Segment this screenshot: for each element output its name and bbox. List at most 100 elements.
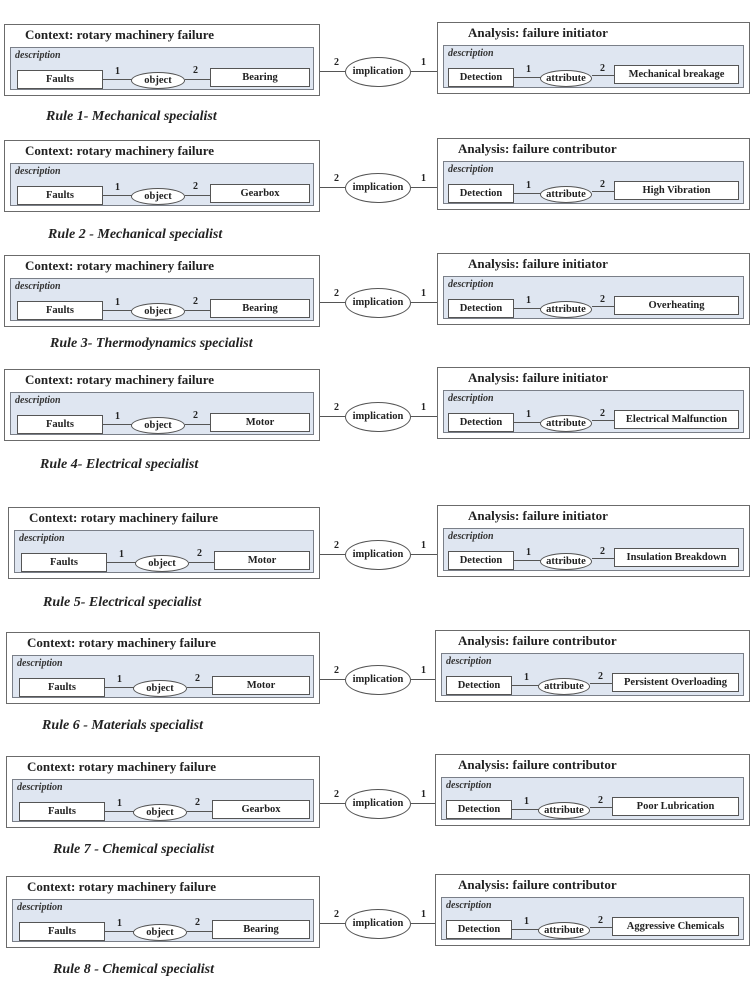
connector-line	[320, 302, 345, 303]
connector-line	[185, 195, 211, 196]
role-number: 2	[334, 402, 339, 413]
connector-line	[320, 71, 345, 72]
analysis-box: Analysis: failure contributor descriptio…	[435, 754, 750, 826]
analysis-title: Analysis: failure contributor	[458, 141, 617, 156]
attribute-relation: attribute	[538, 678, 590, 695]
connector-line	[590, 807, 614, 808]
context-description-panel: description Faults 1 object 2 Motor	[12, 655, 314, 698]
role-number: 1	[117, 798, 122, 809]
connector-line	[185, 79, 211, 80]
context-title: Context: rotary machinery failure	[27, 879, 217, 894]
implication-relation: implication	[345, 173, 411, 203]
context-box: Context: rotary machinery failure descri…	[6, 876, 320, 948]
context-box: Context: rotary machinery failure descri…	[4, 255, 320, 327]
context-description-panel: description Faults 1 object 2 Gearbox	[10, 163, 314, 206]
faults-node: Faults	[19, 922, 105, 941]
analysis-title: Analysis: failure initiator	[468, 370, 608, 385]
finding-node: Aggressive Chemicals	[612, 917, 739, 936]
role-number: 1	[117, 918, 122, 929]
context-description-panel: description Faults 1 object 2 Motor	[10, 392, 314, 435]
analysis-box: Analysis: failure initiator description …	[437, 22, 750, 94]
analysis-title: Analysis: failure initiator	[468, 508, 608, 523]
context-description-panel: description Faults 1 object 2 Bearing	[10, 278, 314, 321]
connector-line	[411, 302, 437, 303]
role-number: 2	[195, 797, 200, 808]
connector-line	[590, 927, 614, 928]
role-number: 2	[600, 63, 605, 74]
role-number: 1	[524, 916, 529, 927]
context-title: Context: rotary machinery failure	[29, 510, 219, 525]
role-number: 2	[193, 65, 198, 76]
finding-node: Persistent Overloading	[612, 673, 739, 692]
connector-line	[187, 687, 213, 688]
connector-line	[185, 424, 211, 425]
rule-block-3: Context: rotary machinery failure descri…	[0, 253, 750, 375]
connector-line	[320, 554, 345, 555]
rule-caption: Rule 6 - Materials specialist	[42, 718, 203, 733]
description-label: description	[17, 658, 63, 669]
description-label: description	[15, 50, 61, 61]
connector-line	[320, 416, 345, 417]
implication-relation: implication	[345, 789, 411, 819]
role-number: 2	[197, 548, 202, 559]
detection-node: Detection	[448, 184, 514, 203]
analysis-description-panel: description Detection 1 attribute 2 Elec…	[443, 390, 744, 433]
role-number: 1	[421, 789, 426, 800]
analysis-box: Analysis: failure contributor descriptio…	[435, 874, 750, 946]
faults-node: Faults	[17, 70, 103, 89]
context-box: Context: rotary machinery failure descri…	[4, 24, 320, 96]
rule-caption: Rule 5- Electrical specialist	[43, 595, 202, 610]
attribute-relation: attribute	[540, 70, 592, 87]
analysis-box: Analysis: failure initiator description …	[437, 505, 750, 577]
rule-caption: Rule 2 - Mechanical specialist	[48, 227, 223, 242]
role-number: 1	[421, 173, 426, 184]
context-title: Context: rotary machinery failure	[25, 27, 215, 42]
description-label: description	[446, 900, 492, 911]
context-title: Context: rotary machinery failure	[27, 759, 217, 774]
context-description-panel: description Faults 1 object 2 Bearing	[10, 47, 314, 90]
connector-line	[592, 75, 616, 76]
detection-node: Detection	[446, 676, 512, 695]
component-node: Bearing	[210, 68, 310, 87]
role-number: 2	[334, 173, 339, 184]
analysis-box: Analysis: failure contributor descriptio…	[437, 138, 750, 210]
implication-relation: implication	[345, 402, 411, 432]
rule-caption: Rule 3- Thermodynamics specialist	[50, 336, 253, 351]
connector-line	[187, 811, 213, 812]
connector-line	[411, 71, 437, 72]
finding-node: Poor Lubrication	[612, 797, 739, 816]
connector-line	[592, 191, 616, 192]
description-label: description	[19, 533, 65, 544]
context-description-panel: description Faults 1 object 2 Motor	[14, 530, 314, 573]
attribute-relation: attribute	[540, 301, 592, 318]
implication-relation: implication	[345, 288, 411, 318]
finding-node: Electrical Malfunction	[614, 410, 739, 429]
role-number: 1	[115, 297, 120, 308]
role-number: 1	[117, 674, 122, 685]
faults-node: Faults	[17, 186, 103, 205]
detection-node: Detection	[448, 413, 514, 432]
object-relation: object	[135, 555, 189, 572]
implication-relation: implication	[345, 665, 411, 695]
context-box: Context: rotary machinery failure descri…	[6, 756, 320, 828]
rule-caption: Rule 7 - Chemical specialist	[53, 842, 214, 857]
role-number: 1	[115, 66, 120, 77]
analysis-title: Analysis: failure contributor	[458, 633, 617, 648]
context-box: Context: rotary machinery failure descri…	[4, 369, 320, 441]
connector-line	[320, 923, 345, 924]
context-title: Context: rotary machinery failure	[27, 635, 217, 650]
rule-caption: Rule 1- Mechanical specialist	[46, 109, 217, 124]
role-number: 2	[334, 909, 339, 920]
role-number: 2	[334, 665, 339, 676]
role-number: 1	[115, 182, 120, 193]
faults-node: Faults	[17, 301, 103, 320]
analysis-title: Analysis: failure initiator	[468, 256, 608, 271]
role-number: 2	[193, 296, 198, 307]
connector-line	[185, 310, 211, 311]
component-node: Gearbox	[210, 184, 310, 203]
analysis-description-panel: description Detection 1 attribute 2 High…	[443, 161, 744, 204]
role-number: 1	[421, 57, 426, 68]
faults-node: Faults	[19, 678, 105, 697]
object-relation: object	[131, 303, 185, 320]
attribute-relation: attribute	[538, 922, 590, 939]
